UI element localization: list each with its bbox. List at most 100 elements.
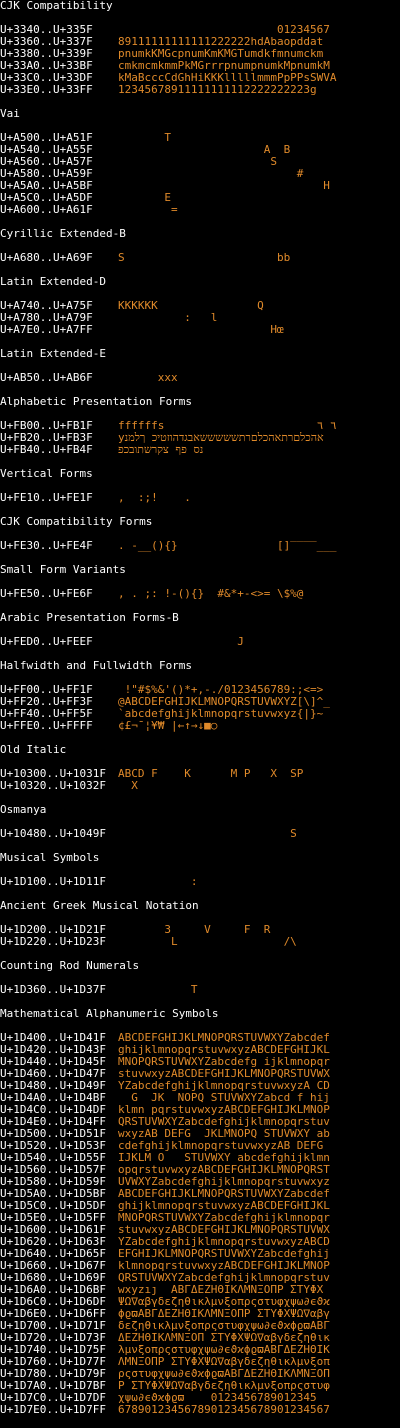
glyph-samples: ABCD F K M P X SP (118, 768, 304, 780)
unicode-block-section: Arabic Presentation Forms-B U+FED0..U+FEE… (0, 612, 400, 648)
glyph-row: U+1D6C0..U+1D6DF ΨΩ∇αβγδεζηθικλμνξοπρςστυ… (0, 1296, 400, 1308)
glyph-samples: δεζηθικλμνξοπρςστυφχψω∂ϵϑϰϕϱϖΑΒΓ (118, 1320, 330, 1332)
glyph-samples: opqrstuvwxyzABCDEFGHIJKLMNOPQRST (118, 1164, 330, 1176)
codepoint-range: U+1D4C0..U+1D4DF (0, 1104, 106, 1116)
codepoint-range: U+1D640..U+1D65F (0, 1248, 106, 1260)
glyph-samples: stuvwxyzABCDEFGHIJKLMNOPQRSTUVWX (118, 1068, 330, 1080)
glyph-row: U+1D740..U+1D75F λμνξοπρςστυφχψω∂ϵϑϰϕϱϖΑΒ… (0, 1344, 400, 1356)
codepoint-range: U+1D620..U+1D63F (0, 1236, 106, 1248)
unicode-block-section: Ancient Greek Musical Notation U+1D200..U… (0, 900, 400, 948)
glyph-samples: stuvwxyzABCDEFGHIJKLMNOPQRSTUVWX (118, 1224, 330, 1236)
codepoint-range: U+10480..U+1049F (0, 828, 106, 840)
glyph-samples: ρςστυφχψω∂ϵϑϰϕϱϖΑΒΓΔΕΖΗΘΙΚΛΜΝΞΟΠ (118, 1368, 330, 1380)
codepoint-range: U+1D500..U+1D51F (0, 1128, 106, 1140)
block-rows: U+FE10..U+FE1F , :;! . (0, 492, 400, 504)
glyph-samples: L /\ (118, 936, 297, 948)
codepoint-range: U+3380..U+339F (0, 48, 93, 60)
glyph-samples: ΨΩ∇αβγδεζηθικλμνξοπρςστυφχψω∂ϵϑϰ (118, 1296, 330, 1308)
codepoint-range: U+FE10..U+FE1F (0, 492, 93, 504)
glyph-samples: : (118, 876, 198, 888)
codepoint-range: U+A600..U+A61F (0, 204, 93, 216)
glyph-row: U+1D460..U+1D47F stuvwxyzABCDEFGHIJKLMNOP… (0, 1068, 400, 1080)
glyph-row: U+A7E0..U+A7FF Hœ (0, 324, 400, 336)
glyph-row: U+1D640..U+1D65F EFGHIJKLMNOPQRSTUVWXYZab… (0, 1248, 400, 1260)
glyph-row: U+10480..U+1049F S (0, 828, 400, 840)
glyph-row: U+1D4C0..U+1D4DF klmn pqrstuvwxyzABCDEFGH… (0, 1104, 400, 1116)
glyph-row: U+1D660..U+1D67F klmnopqrstuvwxyzABCDEFGH… (0, 1260, 400, 1272)
codepoint-range: U+1D5E0..U+1D5FF (0, 1212, 106, 1224)
codepoint-range: U+FED0..U+FEEF (0, 636, 93, 648)
glyph-samples: S (118, 828, 297, 840)
glyph-samples: MNOPQRSTUVWXYZabcdefg ijklmnopqr (118, 1056, 330, 1068)
glyph-samples: , :;! . (118, 492, 191, 504)
unicode-block-section: Halfwidth and Fullwidth Forms U+FF00..U+F… (0, 660, 400, 732)
glyph-samples: ΔΕΖΗΘΙΚΛΜΝΞΟΠ ΣΤΥΦΧΨΩ∇αβγδεζηθικ (118, 1332, 330, 1344)
glyph-samples: pnumkKMGcpnumKmKMGTumdkfmnumckm (118, 48, 324, 60)
unicode-block-section: Mathematical Alphanumeric Symbols U+1D400… (0, 1008, 400, 1416)
glyph-row: U+1D220..U+1D23F L /\ (0, 936, 400, 948)
glyph-samples: 12345678911111111112222222223g (118, 84, 317, 96)
codepoint-range: U+1D460..U+1D47F (0, 1068, 106, 1080)
glyph-row: U+FB20..U+FB3F yאהכלםרתאהכלםרתשששששאבגדהו… (0, 432, 400, 444)
unicode-block-section: Osmanya U+10480..U+1049F S (0, 804, 400, 840)
glyph-samples: ¢£¬¯¦¥₩ |←↑→↓■○ (118, 720, 218, 732)
codepoint-range: U+33C0..U+33DF (0, 72, 93, 84)
glyph-samples: ϕϱϖΑΒΓΔΕΖΗΘΙΚΛΜΝΞΟΠΡ ΣΤΥΦΧΨΩ∇αβγ (118, 1308, 330, 1320)
block-rows: U+A740..U+A75F KKKKKK Q U+A780..U+A79F : l… (0, 300, 400, 336)
unicode-block-section: Small Form Variants U+FE50..U+FE6F , . ;: … (0, 564, 400, 600)
glyph-row: U+A540..U+A55F A B (0, 144, 400, 156)
glyph-samples: A B (118, 144, 291, 156)
glyph-samples: E (118, 192, 171, 204)
codepoint-range: U+FFE0..U+FFFF (0, 720, 93, 732)
glyph-samples: X (118, 780, 138, 792)
glyph-row: U+1D4E0..U+1D4FF QRSTUVWXYZabcdefghijklmn… (0, 1116, 400, 1128)
block-title: Old Italic (0, 743, 67, 756)
glyph-row: U+10300..U+1031F ABCD F K M P X SP (0, 768, 400, 780)
glyph-row: U+1D540..U+1D55F IJKLM O STUVWXY abcdefgh… (0, 1152, 400, 1164)
glyph-row: U+A500..U+A51F T (0, 132, 400, 144)
unicode-block-section: Vai U+A500..U+A51F T U+A540..U+A55F A B U+A… (0, 108, 400, 216)
glyph-samples: , . ;: !-(){} #&*+-<>= \$%@ (118, 588, 304, 600)
codepoint-range: U+A7E0..U+A7FF (0, 324, 93, 336)
block-title: Halfwidth and Fullwidth Forms (0, 659, 193, 672)
glyph-row: U+1D480..U+1D49F YZabcdefghijklmnopqrstuv… (0, 1080, 400, 1092)
glyph-row: U+3380..U+339F pnumkKMGcpnumKmKMGTumdkfmn… (0, 48, 400, 60)
glyph-row: U+FE30..U+FE4F . -__(){} []‾‾‾‾___ (0, 540, 400, 552)
glyph-row: U+1D4A0..U+1D4BF G JK NOPQ STUVWXYZabcd … (0, 1092, 400, 1104)
codepoint-range: U+1D6A0..U+1D6BF (0, 1284, 106, 1296)
codepoint-range: U+1D780..U+1D79F (0, 1368, 106, 1380)
glyph-row: U+1D400..U+1D41F ABCDEFGHIJKLMNOPQRSTUVWX… (0, 1032, 400, 1044)
glyph-samples: yאהכלםרתאהכלםרתשששששאבגדהוזטיכ ךלמנ (118, 432, 324, 444)
glyph-row: U+3360..U+337F 89111111111111222222hdAbao… (0, 36, 400, 48)
codepoint-range: U+FF20..U+FF3F (0, 696, 93, 708)
glyph-samples: kMaBcccCdGhHiKKKlllllmmmPpPPsSWVA (118, 72, 337, 84)
codepoint-range: U+A680..U+A69F (0, 252, 93, 264)
block-rows: U+A500..U+A51F T U+A540..U+A55F A B U+A560… (0, 132, 400, 216)
glyph-row: U+3340..U+335F 01234567 (0, 24, 400, 36)
codepoint-range: U+33A0..U+33BF (0, 60, 93, 72)
codepoint-range: U+10300..U+1031F (0, 768, 106, 780)
codepoint-range: U+FE50..U+FE6F (0, 588, 93, 600)
glyph-samples: QRSTUVWXYZabcdefghijklmnopqrstuv (118, 1272, 330, 1284)
glyph-samples: ffffffs ٦ ٦ (118, 420, 337, 432)
unicode-block-section: Old Italic U+10300..U+1031F ABCD F K M P X… (0, 744, 400, 792)
glyph-samples: YZabcdefghijklmnopqrstuvwxyzA CD (118, 1080, 330, 1092)
codepoint-range: U+1D480..U+1D49F (0, 1080, 106, 1092)
glyph-samples: wxyzıȷ ΑΒΓΔΕΖΗΘΙΚΛΜΝΞΟΠΡ ΣΤΥΦΧ (118, 1284, 324, 1296)
codepoint-range: U+10320..U+1032F (0, 780, 106, 792)
glyph-row: U+1D200..U+1D21F 3 V F R (0, 924, 400, 936)
codepoint-range: U+1D5A0..U+1D5BF (0, 1188, 106, 1200)
glyph-row: U+1D720..U+1D73F ΔΕΖΗΘΙΚΛΜΝΞΟΠ ΣΤΥΦΧΨΩ∇αβ… (0, 1332, 400, 1344)
block-rows: U+1D400..U+1D41F ABCDEFGHIJKLMNOPQRSTUVWX… (0, 1032, 400, 1416)
glyph-row: U+1D7C0..U+1D7DF χψω∂ϵϑϰϕϱϖ 0123456789012… (0, 1392, 400, 1404)
block-title: Vertical Forms (0, 467, 93, 480)
codepoint-range: U+33E0..U+33FF (0, 84, 93, 96)
block-title: Osmanya (0, 803, 47, 816)
block-title: Musical Symbols (0, 851, 100, 864)
glyph-row: U+1D5C0..U+1D5DF ghijklmnopqrstuvwxyzABCD… (0, 1200, 400, 1212)
codepoint-range: U+1D100..U+1D11F (0, 876, 106, 888)
glyph-row: U+1D500..U+1D51F wxyzAB DEFG JKLMNOPQ STU… (0, 1128, 400, 1140)
block-title: Latin Extended-D (0, 275, 106, 288)
glyph-row: U+FF00..U+FF1F !"#$%&'()*+,-./0123456789… (0, 684, 400, 696)
codepoint-range: U+FE30..U+FE4F (0, 540, 93, 552)
